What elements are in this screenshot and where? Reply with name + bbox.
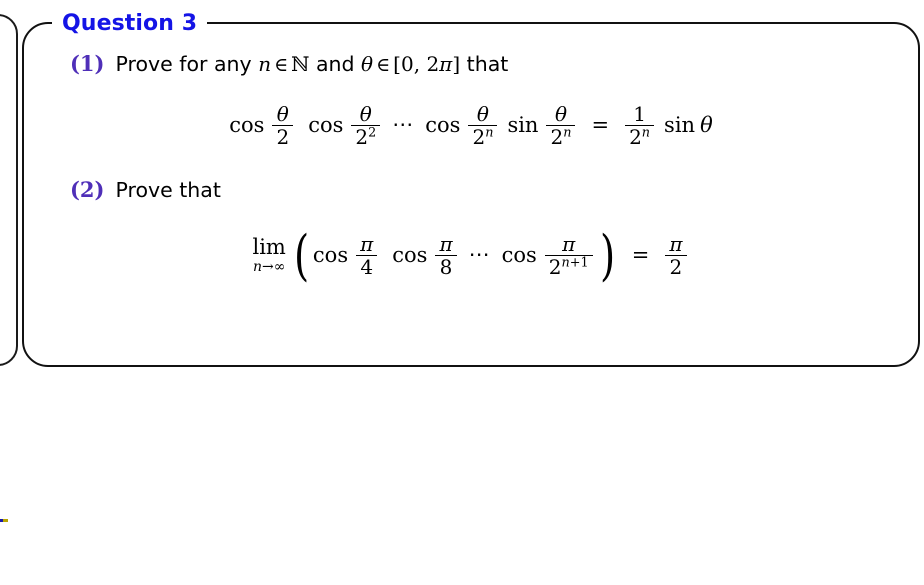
eq2-frac2-numerator: π: [439, 231, 453, 256]
item-1-lead: Prove for any: [115, 52, 259, 76]
eq1-frac2-denominator: 22: [351, 126, 380, 148]
eq2-fraction-rhs: π 2: [665, 231, 687, 280]
eq1-frac3-denominator: 2n: [468, 126, 497, 148]
eq1-sin-2: sin: [664, 113, 696, 138]
item-1-conjunction: and: [309, 52, 362, 76]
page-canvas: Question 3 (1) Prove for any n ∈ ℕ and θ ∈[…: [0, 0, 924, 585]
eq1-cos-3: cos: [425, 113, 461, 138]
eq2-frac3-exponent-var: n: [561, 255, 570, 271]
eq2-frac1-numerator: π: [360, 231, 374, 256]
eq2-close-paren: ): [599, 224, 615, 288]
eq2-open-paren: (: [293, 224, 309, 288]
eq1-fraction-4: θ 2n: [546, 101, 576, 148]
item-1-var-theta: θ: [361, 52, 374, 76]
eq2-frac1-denominator: 4: [360, 255, 374, 280]
eq2-frac2-denominator: 8: [439, 255, 453, 280]
eq1-frac5-numerator: 1: [633, 101, 646, 126]
eq1-frac3-exponent: n: [485, 125, 494, 141]
eq2-cos-1: cos: [312, 243, 349, 268]
eq1-frac5-base: 2: [629, 125, 642, 150]
item-1-membership-2: ∈: [376, 54, 391, 76]
eq2-equals-sign: =: [631, 243, 650, 268]
eq2-limit-operator: lim n→∞: [252, 234, 286, 274]
item-1-membership-1: ∈: [274, 54, 289, 76]
item-1-naturals-set: ℕ: [291, 52, 310, 76]
eq1-frac4-base: 2: [550, 125, 564, 150]
eq2-frac3-exponent: n+1: [562, 256, 589, 271]
item-1-tail: that: [460, 52, 509, 76]
item-1-prompt-text: Prove for any n ∈ ℕ and θ ∈ [0, 2π] that: [115, 52, 508, 77]
eq1-sin-1: sin: [507, 113, 539, 138]
eq1-frac2-exponent: 2: [368, 125, 377, 141]
item-1-interval-low: 0: [400, 52, 414, 76]
eq1-frac3-numerator: θ: [476, 101, 489, 126]
question-box-title-container: Question 3: [52, 9, 208, 39]
eq2-lim-infinity: ∞: [273, 258, 286, 275]
eq2-rhs-numerator: π: [669, 231, 683, 256]
eq1-frac4-exponent: n: [563, 125, 572, 141]
question-box-body: (1) Prove for any n ∈ ℕ and θ ∈ [0, 2π] that…: [24, 52, 918, 288]
eq1-fraction-1: θ 2: [272, 101, 294, 150]
eq1-cos-1: cos: [229, 113, 265, 138]
eq2-fraction-3: π 2n+1: [544, 231, 593, 278]
item-1-interval-high-pi: π: [439, 52, 453, 76]
eq1-ellipsis: ⋯: [392, 112, 417, 137]
eq2-lim-subscript: n→∞: [253, 260, 285, 274]
eq2-cos-3: cos: [501, 243, 537, 268]
eq1-theta-rhs: θ: [700, 113, 713, 138]
question-item-2: (2) Prove that lim n→∞ ( cos π 4 cos π 8…: [50, 178, 892, 288]
eq2-frac3-base: 2: [548, 255, 562, 280]
item-2-display-equation: lim n→∞ ( cos π 4 cos π 8 ⋯ cos π 2n+1)…: [50, 224, 892, 288]
equation-2-row: lim n→∞ ( cos π 4 cos π 8 ⋯ cos π 2n+1)…: [252, 224, 689, 288]
eq1-fraction-2: θ 22: [351, 101, 381, 148]
eq2-lim-label: lim: [252, 234, 286, 259]
eq2-rhs-denominator: 2: [669, 255, 683, 280]
eq1-cos-2: cos: [308, 113, 344, 138]
eq2-lim-var: n: [252, 258, 262, 275]
item-1-number: (1): [70, 51, 105, 76]
question-item-1: (1) Prove for any n ∈ ℕ and θ ∈ [0, 2π] that…: [50, 52, 892, 148]
item-1-display-equation: cos θ 2 cos θ 22 ⋯ cos θ 2n sin θ 2n = 1…: [50, 103, 892, 148]
item-1-interval-open: [: [393, 52, 401, 76]
eq1-fraction-3: θ 2n: [468, 101, 498, 148]
eq2-frac3-exponent-plus-one: +1: [569, 255, 589, 271]
eq1-frac5-exponent: n: [641, 125, 651, 141]
equation-1-row: cos θ 2 cos θ 22 ⋯ cos θ 2n sin θ 2n = 1…: [229, 103, 712, 148]
eq2-lim-arrow: →: [261, 258, 274, 275]
eq1-equals-sign: =: [591, 113, 610, 138]
adjacent-box-outline: [0, 14, 18, 366]
item-1-prompt-line: (1) Prove for any n ∈ ℕ and θ ∈ [0, 2π] that: [50, 52, 892, 77]
eq1-frac3-base: 2: [472, 125, 486, 150]
eq1-frac4-denominator: 2n: [546, 126, 575, 148]
eq1-frac1-numerator: θ: [276, 101, 289, 126]
item-2-prompt-line: (2) Prove that: [50, 178, 892, 203]
eq2-frac3-denominator: 2n+1: [545, 256, 593, 278]
eq2-fraction-2: π 8: [435, 231, 457, 280]
page-edge-artifact: [0, 519, 8, 522]
item-1-interval-high-coefficient: 2: [426, 52, 440, 76]
eq2-frac3-numerator: π: [562, 231, 576, 256]
eq2-fraction-1: π 4: [356, 231, 378, 280]
item-2-number: (2): [70, 177, 105, 203]
eq1-frac4-numerator: θ: [554, 101, 567, 126]
eq2-cos-2: cos: [392, 243, 428, 268]
eq1-frac2-numerator: θ: [359, 101, 372, 126]
item-1-var-n: n: [258, 52, 272, 76]
question-box: Question 3 (1) Prove for any n ∈ ℕ and θ ∈[…: [22, 9, 920, 367]
eq1-frac5-denominator: 2n: [625, 126, 654, 148]
item-1-interval-comma: ,: [413, 52, 427, 76]
item-1-interval-close: ]: [452, 52, 461, 76]
eq1-fraction-5: 1 2n: [625, 101, 655, 148]
item-2-prompt-text: Prove that: [115, 178, 221, 203]
question-title: Question 3: [62, 11, 198, 36]
eq1-frac2-base: 2: [355, 125, 369, 150]
eq2-ellipsis: ⋯: [468, 242, 493, 267]
eq1-frac1-denominator: 2: [276, 125, 290, 150]
